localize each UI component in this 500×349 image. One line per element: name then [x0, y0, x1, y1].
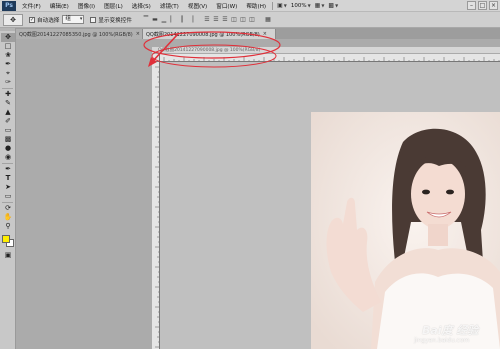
auto-select-dropdown[interactable]: 组 — [62, 15, 85, 24]
crop-tool-icon[interactable]: ⌖ — [1, 69, 15, 78]
photoshop-logo: Ps — [2, 0, 16, 11]
dodge-tool-icon[interactable]: ◉ — [1, 153, 15, 162]
lasso-tool-icon[interactable]: ❀ — [1, 51, 15, 60]
hand-tool-icon[interactable]: ✋ — [1, 213, 15, 222]
workspace-icon[interactable]: ▩ — [328, 2, 334, 9]
align-hcenter-icon[interactable]: ┃ — [178, 15, 186, 24]
zoom-chevron-down-icon[interactable]: ▼ — [308, 3, 311, 8]
marquee-tool-icon[interactable]: □ — [1, 42, 15, 51]
3d-rotate-tool-icon[interactable]: ⟳ — [1, 204, 15, 213]
watermark-url: jingyan.baidu.com — [414, 337, 470, 344]
align-buttons: ▔ ▬ ▁ ▏ ┃ ▕ ☰ ☰ ☰ ◫ ◫ ◫ ▦ — [142, 15, 272, 24]
clone-stamp-tool-icon[interactable]: ▲ — [1, 108, 15, 117]
baidu-jingyan-watermark: Bai度 经验 jingyan.baidu.com — [414, 322, 498, 348]
tools-panel: ✥ □ ❀ ✒ ⌖ ✑ ✚ ✎ ▲ ✐ ▭ ▩ ● ◉ ✒ T ➤ ▭ ⟳ ✋ … — [0, 28, 16, 349]
eyedropper-tool-icon[interactable]: ✑ — [1, 78, 15, 87]
document-canvas[interactable] — [161, 63, 500, 349]
menu-select[interactable]: 选择(S) — [132, 2, 151, 10]
align-right-icon[interactable]: ▕ — [187, 15, 195, 24]
tab-close-icon[interactable]: × — [263, 31, 267, 37]
menu-view[interactable]: 视图(V) — [188, 2, 207, 10]
distribute-vcenter-icon[interactable]: ☰ — [212, 15, 220, 24]
history-brush-tool-icon[interactable]: ✐ — [1, 117, 15, 126]
menu-layer[interactable]: 图层(L) — [104, 2, 123, 10]
restore-icon[interactable]: □ — [478, 1, 487, 10]
brush-tool-icon[interactable]: ✎ — [1, 99, 15, 108]
close-icon[interactable]: × — [489, 1, 498, 10]
move-tool-icon[interactable]: ✥ — [1, 33, 15, 42]
watermark-brand: Bai度 经验 — [422, 324, 479, 337]
menu-image[interactable]: 图像(I) — [78, 2, 95, 10]
chevron-down-icon[interactable]: ▼ — [284, 3, 287, 8]
auto-select-label: 自动选择 — [37, 17, 60, 24]
path-select-tool-icon[interactable]: ➤ — [1, 183, 15, 192]
show-transform-label: 显示变换控件 — [98, 17, 132, 24]
align-bottom-icon[interactable]: ▁ — [160, 15, 168, 24]
horizontal-ruler[interactable] — [160, 54, 500, 62]
distribute-bottom-icon[interactable]: ☰ — [221, 15, 229, 24]
healing-brush-tool-icon[interactable]: ✚ — [1, 90, 15, 99]
menu-bar: Ps 文件(F) 编辑(E) 图像(I) 图层(L) 选择(S) 滤镜(T) 视… — [0, 0, 500, 12]
menu-filter[interactable]: 滤镜(T) — [160, 2, 179, 10]
blur-tool-icon[interactable]: ● — [1, 144, 15, 153]
distribute-hcenter-icon[interactable]: ◫ — [239, 15, 247, 24]
tool-preset-picker[interactable]: ✥ — [3, 13, 23, 26]
minimize-icon[interactable]: – — [467, 1, 476, 10]
window-controls: – □ × — [467, 1, 498, 10]
tab-close-icon[interactable]: × — [136, 31, 140, 37]
align-top-icon[interactable]: ▔ — [142, 15, 150, 24]
eraser-tool-icon[interactable]: ▭ — [1, 126, 15, 135]
menu-window[interactable]: 窗口(W) — [216, 2, 237, 10]
document-tabs: QQ截图20141227085350.jpg @ 100%(RGB/8) × Q… — [16, 28, 500, 39]
quick-mask-icon[interactable]: ▣ — [1, 251, 15, 260]
menubar-separator — [272, 1, 274, 10]
document-window: QQ截图20141227090008.jpg @ 100%(RGB/8) — [152, 47, 500, 349]
distribute-right-icon[interactable]: ◫ — [248, 15, 256, 24]
tab-document-1[interactable]: QQ截图20141227085350.jpg @ 100%(RGB/8) × — [16, 29, 143, 39]
move-tool-icon: ✥ — [10, 15, 16, 24]
align-left-icon[interactable]: ▏ — [169, 15, 177, 24]
auto-align-icon[interactable]: ▦ — [264, 15, 272, 24]
screen-mode-icon[interactable]: ▣ — [277, 2, 283, 9]
ruler-origin[interactable] — [152, 54, 160, 62]
menu-edit[interactable]: 编辑(E) — [50, 2, 69, 10]
arrange-chevron-down-icon[interactable]: ▼ — [321, 3, 324, 8]
zoom-tool-icon[interactable]: ⚲ — [1, 222, 15, 231]
vertical-ruler[interactable] — [152, 62, 160, 349]
arrange-documents-icon[interactable]: ▦ — [315, 2, 321, 9]
portrait-photo — [311, 112, 500, 349]
menu-file[interactable]: 文件(F) — [22, 2, 41, 10]
document-window-title[interactable]: QQ截图20141227090008.jpg @ 100%(RGB/8) — [152, 47, 500, 54]
tab-label: QQ截图20141227090008.jpg @ 100%(RGB/8) — [146, 31, 260, 38]
distribute-left-icon[interactable]: ◫ — [230, 15, 238, 24]
pen-tool-icon[interactable]: ✒ — [1, 165, 15, 174]
gradient-tool-icon[interactable]: ▩ — [1, 135, 15, 144]
menu-help[interactable]: 帮助(H) — [246, 2, 266, 10]
quick-select-tool-icon[interactable]: ✒ — [1, 60, 15, 69]
workspace-chevron-down-icon[interactable]: ▼ — [335, 3, 338, 8]
distribute-top-icon[interactable]: ☰ — [203, 15, 211, 24]
zoom-level[interactable]: 100% — [291, 3, 307, 9]
tab-label: QQ截图20141227085350.jpg @ 100%(RGB/8) — [19, 31, 133, 38]
tab-document-2[interactable]: QQ截图20141227090008.jpg @ 100%(RGB/8) × — [143, 29, 276, 39]
options-bar: ✥ ✓ 自动选择 组 显示变换控件 ▔ ▬ ▁ ▏ ┃ ▕ ☰ ☰ ☰ ◫ ◫ … — [0, 12, 500, 28]
show-transform-checkbox[interactable] — [90, 16, 97, 23]
panel-grip[interactable] — [0, 28, 15, 31]
shape-tool-icon[interactable]: ▭ — [1, 192, 15, 201]
color-swatches — [0, 235, 15, 251]
auto-select-checkbox[interactable]: ✓ — [29, 16, 35, 23]
align-vcenter-icon[interactable]: ▬ — [151, 15, 159, 24]
type-tool-icon[interactable]: T — [1, 174, 15, 183]
foreground-color-swatch[interactable] — [2, 235, 10, 243]
